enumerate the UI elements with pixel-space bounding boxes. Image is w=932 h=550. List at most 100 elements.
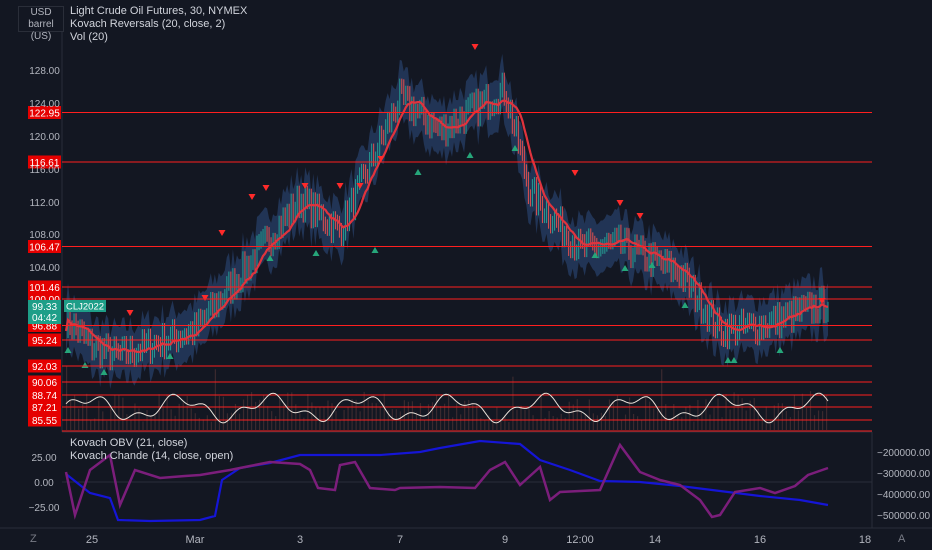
legend-title[interactable]: Light Crude Oil Futures, 30, NYMEX <box>70 5 247 17</box>
volume-bar <box>335 411 337 430</box>
volume-bar <box>327 400 329 430</box>
level-price-label: 122.95 <box>29 109 60 120</box>
volume-bar <box>821 411 824 430</box>
volume-bar <box>717 398 719 430</box>
volume-bar <box>733 392 735 430</box>
volume-bar <box>608 399 611 430</box>
volume-bar <box>295 404 297 430</box>
time-label: 7 <box>397 534 403 546</box>
volume-bar <box>576 399 578 430</box>
volume-bar <box>351 399 353 430</box>
volume-bar <box>685 406 687 430</box>
volume-bar <box>194 413 196 430</box>
volume-bar <box>741 398 743 430</box>
current-price-label: 99.33 <box>32 302 57 313</box>
volume-bar <box>753 398 755 430</box>
volume-bar <box>689 404 691 430</box>
volume-bar <box>423 420 426 430</box>
volume-bar <box>649 401 651 430</box>
volume-bar <box>568 401 570 430</box>
volume-bar <box>681 417 683 430</box>
legend-volume[interactable]: Vol (20) <box>70 31 108 43</box>
volume-bar <box>552 415 554 430</box>
level-price-label: 101.46 <box>29 283 60 294</box>
volume-bar <box>271 411 273 430</box>
price-tick-label: 128.00 <box>29 66 60 77</box>
volume-bar <box>162 405 164 430</box>
volume-bar <box>166 394 168 430</box>
volume-bar <box>431 402 434 430</box>
level-price-label: 92.03 <box>32 362 57 373</box>
volume-bar <box>661 369 663 430</box>
time-label: 18 <box>859 534 871 546</box>
volume-bar <box>765 406 767 430</box>
volume-bar <box>299 413 301 430</box>
volume-bar <box>190 408 192 430</box>
osc-right-tick: −200000.00 <box>877 448 931 459</box>
volume-bar <box>82 403 84 430</box>
volume-bar <box>596 415 598 430</box>
osc-right-tick: −500000.00 <box>877 511 931 522</box>
volume-bar <box>484 419 486 430</box>
volume-bar <box>287 392 289 430</box>
level-price-label: 106.47 <box>29 243 60 254</box>
legend-kovach-chande[interactable]: Kovach Chande (14, close, open) <box>70 450 233 462</box>
level-price-label: 87.21 <box>32 403 57 414</box>
time-label: 9 <box>502 534 508 546</box>
price-chart[interactable]: 122.95116.61106.47101.46100.0096.8895.24… <box>0 0 932 550</box>
osc-right-tick: −400000.00 <box>877 490 931 501</box>
volume-bar <box>178 403 180 430</box>
volume-bar <box>709 414 711 430</box>
volume-bar <box>267 405 269 430</box>
volume-bar <box>411 401 414 430</box>
volume-bar <box>448 393 450 430</box>
currency-label: USD <box>30 7 52 18</box>
volume-bar <box>359 411 361 430</box>
volume-bar <box>218 395 221 430</box>
volume-bar <box>636 416 639 430</box>
currency-unit-box[interactable]: USD barrel (US) <box>18 6 64 42</box>
volume-bar <box>106 420 108 430</box>
volume-bar <box>250 392 253 430</box>
volume-bar <box>496 406 498 430</box>
countdown-label: 04:42 <box>32 313 57 324</box>
time-label: 3 <box>297 534 303 546</box>
zoom-icon[interactable]: Z <box>30 533 37 545</box>
volume-bar <box>572 404 574 430</box>
volume-bar <box>138 408 140 430</box>
volume-bar <box>556 417 558 430</box>
volume-bar <box>130 420 132 430</box>
volume-bar <box>383 393 385 430</box>
volume-bar <box>90 420 92 430</box>
volume-bar <box>721 417 723 430</box>
volume-bar <box>616 395 619 430</box>
volume-bar <box>645 397 647 430</box>
legend-kovach-obv[interactable]: Kovach OBV (21, close) <box>70 437 187 449</box>
volume-bar <box>210 421 212 430</box>
time-label: 12:00 <box>566 534 594 546</box>
volume-bar <box>785 411 787 430</box>
osc-left-tick: 0.00 <box>34 478 54 489</box>
volume-bar <box>628 397 631 430</box>
volume-bar <box>713 407 715 430</box>
volume-bar <box>110 405 112 430</box>
price-tick-label: 116.00 <box>30 165 60 176</box>
volume-bar <box>653 408 655 430</box>
volume-bar <box>624 414 627 430</box>
volume-bar <box>528 407 530 430</box>
volume-bar <box>142 421 144 430</box>
level-price-label: 90.06 <box>32 378 57 389</box>
volume-bar <box>789 417 791 430</box>
volume-bar <box>677 415 679 430</box>
volume-bar <box>697 399 699 430</box>
volume-bar <box>186 395 188 430</box>
volume-bar <box>150 415 152 430</box>
auto-scale-button[interactable]: A <box>898 533 905 545</box>
legend-kovach-reversals[interactable]: Kovach Reversals (20, close, 2) <box>70 18 225 30</box>
volume-bar <box>809 391 812 430</box>
volume-bar <box>78 408 80 430</box>
volume-bar <box>600 412 603 430</box>
price-tick-label: 120.00 <box>29 132 60 143</box>
volume-bar <box>347 407 349 430</box>
volume-bar <box>805 407 808 430</box>
